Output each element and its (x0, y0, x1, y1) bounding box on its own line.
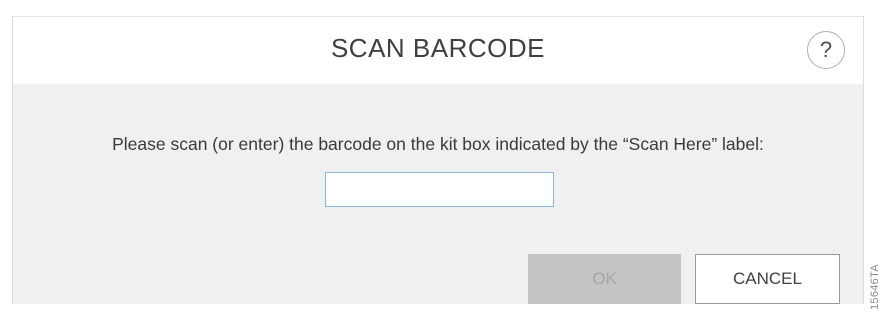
dialog-header: SCAN BARCODE ? (13, 16, 863, 84)
help-icon: ? (819, 37, 833, 62)
cancel-button[interactable]: CANCEL (695, 254, 840, 304)
barcode-input[interactable] (325, 172, 554, 207)
scan-instructions: Please scan (or enter) the barcode on th… (112, 134, 764, 154)
figure-id-label: 15646TA (869, 264, 881, 310)
dialog-title: SCAN BARCODE (330, 33, 546, 63)
ok-button[interactable]: OK (528, 254, 681, 304)
help-button[interactable]: ? (807, 31, 845, 69)
scan-barcode-dialog: SCAN BARCODE ? Please scan (or enter) th… (12, 16, 864, 304)
